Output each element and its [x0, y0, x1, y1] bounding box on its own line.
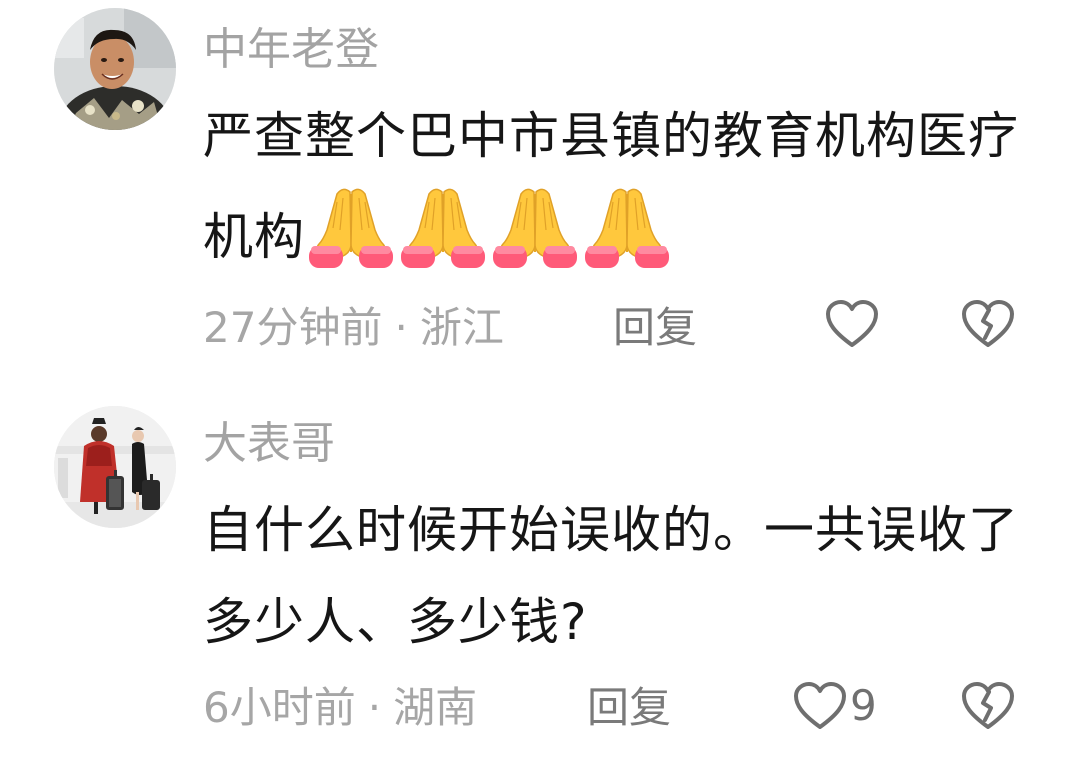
separator: · — [394, 303, 408, 352]
comment-location: 湖南 — [393, 683, 478, 732]
like-button[interactable]: 9 — [792, 676, 877, 736]
separator: · — [367, 683, 382, 732]
comment-time: 6小时前 — [203, 683, 356, 732]
avatar[interactable] — [54, 8, 176, 130]
heart-outline-icon — [794, 682, 846, 729]
dislike-button[interactable] — [960, 676, 1016, 736]
heart-outline-icon — [826, 300, 878, 347]
broken-heart-icon — [962, 682, 1014, 729]
username[interactable]: 大表哥 — [203, 416, 335, 472]
folded-hands-icon — [491, 182, 579, 268]
comment-text: 严查整个巴中市县镇的教育机构医疗机构 — [203, 90, 1043, 297]
like-button[interactable] — [824, 294, 882, 354]
emoji-group — [307, 182, 675, 297]
comment-text: 自什么时候开始误收的。一共误收了多少人、多少钱? — [203, 501, 1019, 651]
folded-hands-icon — [399, 182, 487, 268]
reply-button[interactable]: 回复 — [587, 678, 671, 738]
folded-hands-icon — [583, 182, 671, 268]
reply-button[interactable]: 回复 — [613, 298, 697, 358]
broken-heart-icon — [962, 300, 1014, 347]
folded-hands-icon — [307, 182, 395, 268]
comment-meta: 6小时前 · 湖南 — [203, 678, 477, 738]
like-count: 9 — [850, 681, 877, 730]
avatar[interactable] — [54, 406, 176, 528]
comment-list: 中年老登 严查整个巴中市县镇的教育机构医疗机构 27分钟前 · 浙江 回复 大表… — [0, 0, 1078, 780]
username[interactable]: 中年老登 — [203, 22, 379, 78]
comment-meta: 27分钟前 · 浙江 — [203, 298, 504, 358]
comment-time: 27分钟前 — [203, 303, 383, 352]
dislike-button[interactable] — [960, 294, 1016, 354]
comment-location: 浙江 — [419, 303, 504, 352]
